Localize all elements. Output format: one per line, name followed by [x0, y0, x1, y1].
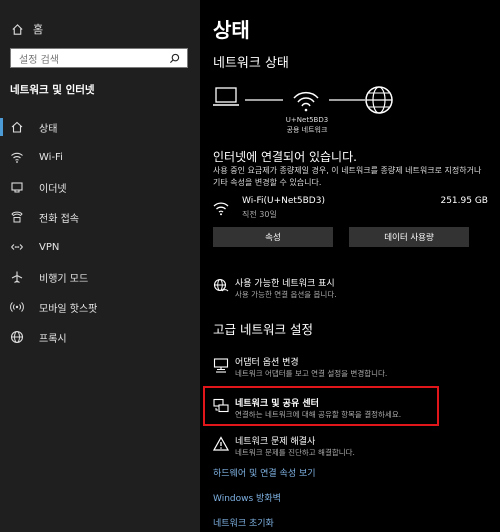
sidebar-item-label: 이더넷 — [39, 183, 67, 195]
adapter-icon — [213, 358, 229, 373]
highlight-box — [203, 386, 439, 426]
globe-icon — [10, 330, 24, 344]
network-name: U+Net5BD3 — [285, 116, 329, 124]
network-status-title: 네트워크 상태 — [213, 56, 289, 71]
show-available-networks[interactable]: 사용 가능한 네트워크 표시 사용 가능한 연결 옵션을 봅니다. — [213, 276, 488, 302]
wifi-signal-icon — [293, 91, 319, 112]
connection-name: Wi-Fi(U+Net5BD3) — [242, 196, 325, 206]
sidebar-item-vpn[interactable]: VPN — [0, 232, 200, 262]
sidebar: 홈 설정 검색 네트워크 및 인터넷 상태 Wi-Fi 이더넷 전화 접속 VP… — [0, 0, 200, 532]
sidebar-item-ethernet[interactable]: 이더넷 — [0, 172, 200, 202]
dialup-icon — [10, 210, 24, 224]
data-usage-button[interactable]: 데이터 사용량 — [349, 227, 469, 247]
section-title: 네트워크 및 인터넷 — [10, 84, 95, 96]
ethernet-icon — [10, 180, 24, 194]
network-reset-link[interactable]: 네트워크 초기화 — [213, 516, 274, 529]
connected-text: 인터넷에 연결되어 있습니다. — [213, 150, 357, 164]
network-label: U+Net5BD3 공용 네트워크 — [282, 115, 332, 135]
advanced-settings-title: 고급 네트워크 설정 — [213, 322, 313, 337]
laptop-icon — [213, 87, 239, 106]
home-icon — [10, 22, 24, 36]
connection-row: Wi-Fi(U+Net5BD3) 직전 30일 251.95 GB — [213, 196, 488, 222]
sidebar-item-label: 상태 — [39, 123, 58, 135]
option-subtitle: 네트워크 문제를 진단하고 해결합니다. — [235, 448, 355, 457]
sidebar-item-airplane[interactable]: 비행기 모드 — [0, 262, 200, 292]
windows-firewall-link[interactable]: Windows 방화벽 — [213, 491, 281, 504]
network-type: 공용 네트워크 — [286, 126, 328, 134]
sidebar-item-label: 프록시 — [39, 333, 67, 345]
globe-wifi-icon — [213, 278, 229, 292]
search-placeholder: 설정 검색 — [19, 54, 59, 66]
warning-icon — [213, 436, 229, 451]
search-input[interactable]: 설정 검색 — [10, 48, 188, 68]
home-link[interactable]: 홈 — [10, 20, 43, 38]
hardware-properties-link[interactable]: 하드웨어 및 연결 속성 보기 — [213, 466, 316, 479]
adapter-options[interactable]: 어댑터 옵션 변경 네트워크 어댑터를 보고 연결 설정을 변경합니다. — [213, 355, 488, 381]
sidebar-item-status[interactable]: 상태 — [0, 112, 200, 142]
properties-button[interactable]: 속성 — [213, 227, 333, 247]
network-troubleshooter[interactable]: 네트워크 문제 해결사 네트워크 문제를 진단하고 해결합니다. — [213, 434, 488, 460]
sidebar-nav: 상태 Wi-Fi 이더넷 전화 접속 VPN 비행기 모드 모바일 핫스팟 프록… — [0, 112, 200, 352]
status-description: 사용 중인 요금제가 종량제일 경우, 이 네트워크를 종량제 네트워크로 지정… — [213, 166, 482, 187]
search-icon[interactable] — [169, 52, 181, 64]
wifi-icon — [213, 202, 229, 216]
airplane-icon — [10, 270, 24, 284]
page-title: 상태 — [213, 18, 250, 42]
home-label: 홈 — [33, 23, 44, 36]
vpn-icon — [10, 240, 24, 254]
hotspot-icon — [10, 300, 24, 314]
connection-usage: 251.95 GB — [440, 196, 488, 206]
sidebar-item-label: 비행기 모드 — [39, 273, 89, 285]
sidebar-item-label: 전화 접속 — [39, 213, 79, 225]
option-subtitle: 사용 가능한 연결 옵션을 봅니다. — [235, 290, 337, 299]
home-network-icon — [10, 120, 24, 134]
main-panel: 상태 네트워크 상태 U+Net5BD3 공용 네트워크 인터넷에 연결되어 있… — [200, 0, 500, 532]
sidebar-item-dialup[interactable]: 전화 접속 — [0, 202, 200, 232]
connection-period: 직전 30일 — [242, 210, 277, 219]
option-title: 네트워크 문제 해결사 — [235, 437, 316, 447]
sidebar-item-label: 모바일 핫스팟 — [39, 303, 98, 315]
wifi-icon — [10, 150, 24, 164]
sidebar-item-hotspot[interactable]: 모바일 핫스팟 — [0, 292, 200, 322]
option-subtitle: 네트워크 어댑터를 보고 연결 설정을 변경합니다. — [235, 369, 388, 378]
sidebar-item-label: VPN — [39, 241, 60, 253]
sidebar-item-wifi[interactable]: Wi-Fi — [0, 142, 200, 172]
option-title: 어댑터 옵션 변경 — [235, 358, 299, 368]
option-title: 사용 가능한 네트워크 표시 — [235, 279, 335, 289]
sidebar-item-label: Wi-Fi — [39, 151, 63, 163]
globe-icon — [365, 86, 393, 114]
sidebar-item-proxy[interactable]: 프록시 — [0, 322, 200, 352]
